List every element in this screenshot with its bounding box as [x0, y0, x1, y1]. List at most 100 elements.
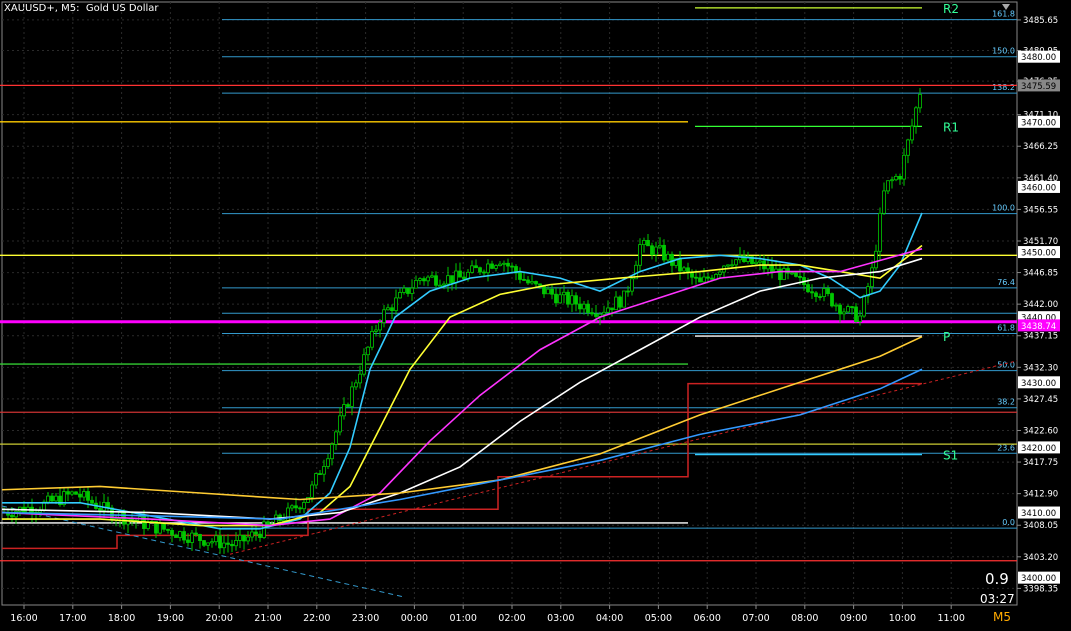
- candle-body: [902, 154, 906, 180]
- time-tick-label: 00:00: [401, 613, 428, 624]
- candle-body: [74, 491, 78, 495]
- pivot-label: R2: [943, 2, 959, 16]
- candle-body: [46, 495, 50, 503]
- candle-body: [562, 291, 566, 296]
- candle-body: [858, 315, 862, 323]
- time-tick-label: 21:00: [254, 613, 281, 624]
- candle-body: [582, 303, 586, 310]
- candle-body: [358, 373, 362, 384]
- time-tick-label: 10:00: [889, 613, 916, 624]
- pivot-label: R1: [943, 120, 959, 134]
- candle-body: [350, 386, 354, 407]
- candle-body: [98, 508, 102, 511]
- price-tick-label: 3451.70: [1023, 237, 1058, 247]
- candle-body: [334, 431, 338, 445]
- candle-body: [146, 522, 150, 529]
- price-tick-label: 3412.90: [1023, 490, 1058, 500]
- candle-body: [718, 271, 722, 275]
- candle-body: [406, 287, 410, 294]
- candle-body: [734, 259, 738, 266]
- candle-body: [86, 491, 90, 501]
- candle-body: [878, 212, 882, 252]
- candle-body: [70, 491, 74, 495]
- candle-body: [678, 258, 682, 272]
- candle-body: [222, 542, 226, 549]
- time-tick-label: 05:00: [645, 613, 672, 624]
- candle-body: [698, 277, 702, 283]
- candle-body: [166, 528, 170, 531]
- candle-body: [818, 296, 822, 298]
- candle-body: [250, 531, 254, 538]
- candle-body: [430, 275, 434, 278]
- candle-body: [450, 275, 454, 284]
- price-tick-label: 3437.15: [1023, 332, 1058, 342]
- fib-level-label: 100.0: [992, 204, 1015, 213]
- time-tick-label: 08:00: [791, 613, 818, 624]
- candle-body: [790, 272, 794, 275]
- time-tick-label: 02:00: [498, 613, 525, 624]
- candle-body: [794, 272, 798, 277]
- price-tick-label: 3432.30: [1023, 363, 1058, 373]
- time-tick-label: 20:00: [206, 613, 233, 624]
- candle-body: [410, 287, 414, 294]
- time-tick-label: 22:00: [303, 613, 330, 624]
- candle-body: [262, 521, 266, 538]
- candle-body: [622, 290, 626, 308]
- time-tick-label: 16:00: [10, 613, 37, 624]
- time-tick-label: 11:00: [938, 613, 965, 624]
- fib-level-label: 38.2: [997, 398, 1015, 407]
- time-tick-label: 07:00: [742, 613, 769, 624]
- candle-body: [418, 278, 422, 281]
- candle-body: [90, 499, 94, 504]
- candle-body: [414, 279, 418, 289]
- candle-body: [538, 283, 542, 286]
- candle-body: [258, 533, 262, 538]
- candle-body: [310, 484, 314, 498]
- candle-body: [242, 534, 246, 542]
- candle-body: [346, 404, 350, 407]
- price-tick-label: 3485.65: [1023, 16, 1058, 26]
- price-tick-label: 3427.45: [1023, 395, 1058, 405]
- candle-body: [66, 491, 70, 495]
- candle-body: [254, 531, 258, 535]
- candle-body: [130, 518, 134, 521]
- candle-body: [806, 284, 810, 293]
- candle-body: [706, 276, 710, 279]
- candle-body: [434, 275, 438, 286]
- candle-body: [770, 264, 774, 273]
- candle-body: [694, 276, 698, 279]
- timeframe-corner-label: M5: [993, 610, 1011, 624]
- candle-body: [206, 542, 210, 546]
- candle-body: [574, 295, 578, 305]
- candle-body: [502, 262, 506, 265]
- candle-body: [10, 514, 14, 518]
- candle-body: [294, 505, 298, 509]
- candle-body: [666, 253, 670, 261]
- candle-body: [682, 267, 686, 272]
- candle-body: [378, 322, 382, 331]
- candle-body: [614, 296, 618, 311]
- candle-body: [730, 264, 734, 267]
- candle-body: [842, 311, 846, 315]
- price-chart[interactable]: 3485.653480.953476.253471.103466.253461.…: [0, 0, 1071, 631]
- candle-body: [650, 245, 654, 256]
- candle-body: [838, 304, 842, 315]
- candle-body: [570, 295, 574, 305]
- candle-body: [266, 521, 270, 525]
- price-box-label: 3430.00: [1021, 379, 1056, 389]
- candle-body: [226, 542, 230, 545]
- candle-body: [602, 311, 606, 315]
- candle-body: [754, 261, 758, 264]
- price-tick-label: 3422.60: [1023, 426, 1058, 436]
- candle-body: [618, 296, 622, 308]
- candle-body: [314, 473, 318, 486]
- candle-body: [474, 265, 478, 269]
- candle-body: [658, 244, 662, 248]
- candle-body: [494, 265, 498, 269]
- price-tick-label: 3446.85: [1023, 269, 1058, 279]
- candle-body: [366, 346, 370, 356]
- spread-value: 0.9: [985, 570, 1009, 588]
- candle-body: [534, 281, 538, 285]
- candle-body: [638, 244, 642, 266]
- candle-body: [198, 534, 202, 541]
